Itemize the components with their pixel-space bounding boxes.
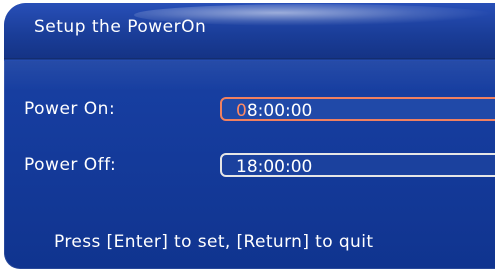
power-off-time-value: 18:00:00: [236, 157, 313, 177]
title-bar: Setup the PowerOn: [4, 3, 495, 61]
power-off-label: Power Off:: [24, 155, 117, 175]
power-on-label: Power On:: [24, 99, 116, 119]
screen: Setup the PowerOn Power On: 08:00:00 Pow…: [0, 0, 495, 271]
power-on-time-value: 8:00:00: [246, 101, 313, 121]
power-on-cursor-digit: 0: [236, 101, 247, 121]
dialog-title: Setup the PowerOn: [34, 17, 207, 37]
body-highlight: [4, 61, 495, 91]
key-hint: Press [Enter] to set, [Return] to quit: [54, 232, 374, 252]
power-on-time-field[interactable]: 08:00:00: [220, 97, 495, 121]
power-off-time-field[interactable]: 18:00:00: [220, 153, 495, 177]
setup-dialog: Setup the PowerOn Power On: 08:00:00 Pow…: [4, 3, 495, 269]
